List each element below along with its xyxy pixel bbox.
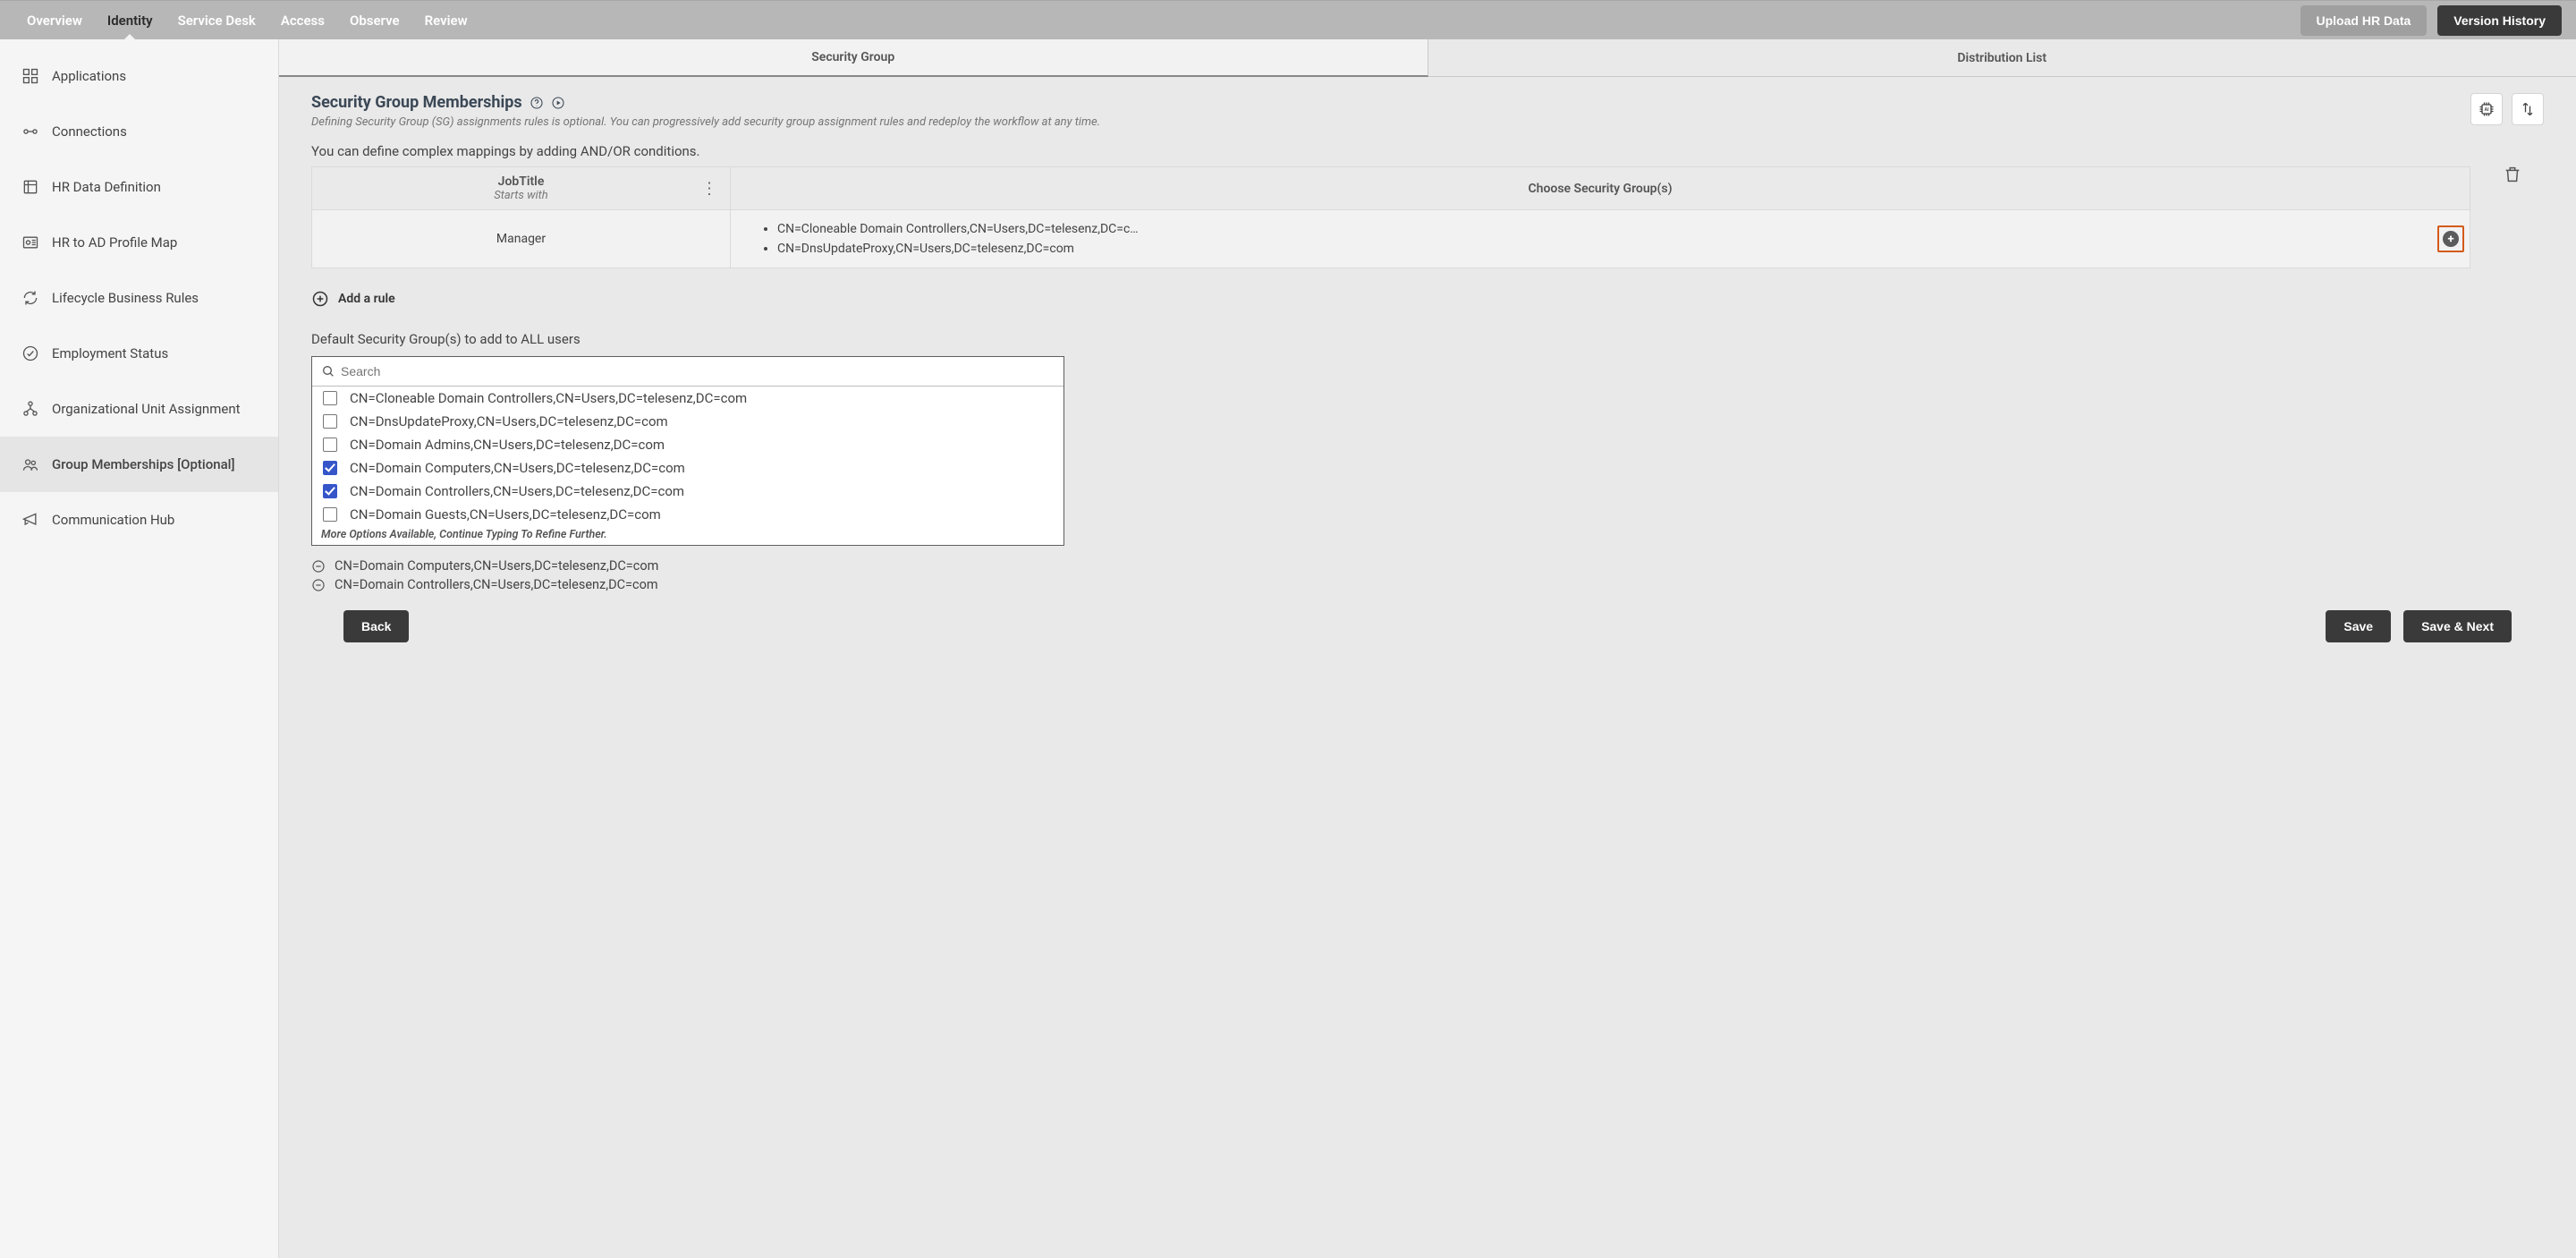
plus-circle-icon	[311, 290, 329, 308]
dropdown-option-label: CN=DnsUpdateProxy,CN=Users,DC=telesenz,D…	[350, 413, 668, 429]
apps-icon	[21, 67, 39, 85]
status-icon	[21, 344, 39, 362]
back-button[interactable]: Back	[343, 610, 409, 642]
checkbox-icon[interactable]	[323, 414, 337, 429]
dropdown-option[interactable]: CN=Domain Controllers,CN=Users,DC=telese…	[312, 480, 1063, 503]
save-next-button[interactable]: Save & Next	[2403, 610, 2512, 642]
rule-groups-header: Choose Security Group(s)	[731, 167, 2470, 209]
sidebar-item-communication-hub[interactable]: Communication Hub	[0, 492, 278, 548]
topnav-tab-review[interactable]: Review	[412, 1, 480, 40]
topnav-tab-observe[interactable]: Observe	[337, 1, 412, 40]
rule-group-item: CN=Cloneable Domain Controllers,CN=Users…	[777, 219, 2439, 239]
sidebar-item-hr-data-definition[interactable]: HR Data Definition	[0, 159, 278, 215]
selected-group-row: CN=Domain Controllers,CN=Users,DC=telese…	[311, 575, 2544, 594]
rule-value-cell[interactable]: Manager	[312, 210, 731, 268]
inner-tabs: Security GroupDistribution List	[279, 39, 2576, 77]
help-icon[interactable]	[530, 96, 544, 110]
rule-groups-cell[interactable]: CN=Cloneable Domain Controllers,CN=Users…	[731, 210, 2470, 268]
rule-group-item: CN=DnsUpdateProxy,CN=Users,DC=telesenz,D…	[777, 239, 2439, 259]
upload-hr-data-button[interactable]: Upload HR Data	[2301, 5, 2428, 36]
default-groups-label: Default Security Group(s) to add to ALL …	[311, 331, 2544, 347]
remove-icon[interactable]	[311, 559, 326, 574]
groups-icon	[21, 455, 39, 473]
rule-condition-header[interactable]: JobTitle Starts with ⋮	[312, 167, 731, 209]
dropdown-option-label: CN=Domain Guests,CN=Users,DC=telesenz,DC…	[350, 506, 661, 523]
dropdown-option[interactable]: CN=Domain Guests,CN=Users,DC=telesenz,DC…	[312, 503, 1063, 526]
section-subtitle: Defining Security Group (SG) assignments…	[311, 115, 1100, 129]
save-button[interactable]: Save	[2326, 610, 2391, 642]
inner-tab-distribution-list[interactable]: Distribution List	[1428, 39, 2576, 77]
dropdown-search-row	[312, 357, 1063, 387]
inner-tab-security-group[interactable]: Security Group	[279, 39, 1428, 77]
dropdown-option[interactable]: CN=Domain Computers,CN=Users,DC=telesenz…	[312, 456, 1063, 480]
sidebar-item-label: Communication Hub	[52, 512, 174, 528]
sidebar-item-applications[interactable]: Applications	[0, 48, 278, 104]
topnav-tab-access[interactable]: Access	[268, 1, 337, 40]
sidebar: Applications Connections HR Data Definitio…	[0, 39, 279, 1258]
checkbox-icon[interactable]	[323, 507, 337, 522]
selected-group-label: CN=Domain Computers,CN=Users,DC=telesenz…	[335, 558, 658, 574]
add-group-button[interactable]: +	[2437, 225, 2464, 252]
dropdown-option-label: CN=Domain Controllers,CN=Users,DC=telese…	[350, 483, 684, 499]
checkbox-icon[interactable]	[323, 484, 337, 498]
rule-field: JobTitle	[498, 174, 545, 189]
checkbox-icon[interactable]	[323, 438, 337, 452]
selected-group-row: CN=Domain Computers,CN=Users,DC=telesenz…	[311, 557, 2544, 575]
sidebar-item-label: Lifecycle Business Rules	[52, 290, 199, 306]
section-title: Security Group Memberships	[311, 93, 522, 112]
version-history-button[interactable]: Version History	[2437, 5, 2562, 36]
swap-button[interactable]	[2512, 93, 2544, 125]
selected-group-label: CN=Domain Controllers,CN=Users,DC=telese…	[335, 577, 658, 592]
connections-icon	[21, 123, 39, 140]
sidebar-item-label: Employment Status	[52, 345, 168, 361]
section-note: You can define complex mappings by addin…	[311, 143, 1100, 159]
search-icon	[321, 364, 335, 378]
dropdown-option-label: CN=Domain Computers,CN=Users,DC=telesenz…	[350, 460, 685, 476]
lifecycle-icon	[21, 289, 39, 307]
sidebar-item-label: Organizational Unit Assignment	[52, 401, 241, 417]
topnav-tab-identity[interactable]: Identity	[95, 1, 165, 40]
dropdown-option[interactable]: CN=DnsUpdateProxy,CN=Users,DC=telesenz,D…	[312, 410, 1063, 433]
sidebar-item-label: HR Data Definition	[52, 179, 161, 195]
sidebar-item-label: Applications	[52, 68, 126, 84]
checkbox-icon[interactable]	[323, 461, 337, 475]
rule-table: JobTitle Starts with ⋮ Choose Security G…	[311, 166, 2470, 268]
topnav-tab-overview[interactable]: Overview	[14, 1, 95, 40]
add-rule-label: Add a rule	[338, 292, 395, 306]
sidebar-item-label: HR to AD Profile Map	[52, 234, 177, 251]
sidebar-item-employment-status[interactable]: Employment Status	[0, 326, 278, 381]
add-rule-button[interactable]: Add a rule	[311, 290, 2544, 308]
sidebar-item-organizational-unit-assignment[interactable]: Organizational Unit Assignment	[0, 381, 278, 437]
play-icon[interactable]	[551, 96, 565, 110]
hr-data-icon	[21, 178, 39, 196]
dropdown-more-hint: More Options Available, Continue Typing …	[312, 526, 1063, 545]
comm-icon	[21, 511, 39, 529]
plus-icon: +	[2443, 231, 2459, 247]
svg-text:AI: AI	[2485, 107, 2490, 113]
default-groups-dropdown[interactable]: CN=Cloneable Domain Controllers,CN=Users…	[311, 356, 1064, 546]
footer: Back Save Save & Next	[311, 594, 2544, 705]
sidebar-item-label: Group Memberships [Optional]	[52, 456, 235, 472]
dropdown-search-input[interactable]	[341, 364, 1055, 378]
dropdown-option-label: CN=Cloneable Domain Controllers,CN=Users…	[350, 390, 747, 406]
trash-icon[interactable]	[2503, 165, 2522, 184]
sidebar-item-label: Connections	[52, 123, 127, 140]
remove-icon[interactable]	[311, 578, 326, 592]
dropdown-option[interactable]: CN=Cloneable Domain Controllers,CN=Users…	[312, 387, 1063, 410]
topnav-tab-service-desk[interactable]: Service Desk	[165, 1, 268, 40]
sidebar-item-lifecycle-business-rules[interactable]: Lifecycle Business Rules	[0, 270, 278, 326]
profile-map-icon	[21, 234, 39, 251]
main-content: Security GroupDistribution List Security…	[279, 39, 2576, 1258]
rule-operator: Starts with	[494, 189, 548, 202]
sidebar-item-hr-to-ad-profile-map[interactable]: HR to AD Profile Map	[0, 215, 278, 270]
ai-chip-button[interactable]: AI	[2470, 93, 2503, 125]
checkbox-icon[interactable]	[323, 391, 337, 405]
dropdown-option[interactable]: CN=Domain Admins,CN=Users,DC=telesenz,DC…	[312, 433, 1063, 456]
sidebar-item-connections[interactable]: Connections	[0, 104, 278, 159]
kebab-icon[interactable]: ⋮	[701, 179, 717, 198]
ou-icon	[21, 400, 39, 418]
dropdown-option-label: CN=Domain Admins,CN=Users,DC=telesenz,DC…	[350, 437, 665, 453]
sidebar-item-group-memberships-optional-[interactable]: Group Memberships [Optional]	[0, 437, 278, 492]
top-nav: OverviewIdentityService DeskAccessObserv…	[0, 0, 2576, 39]
